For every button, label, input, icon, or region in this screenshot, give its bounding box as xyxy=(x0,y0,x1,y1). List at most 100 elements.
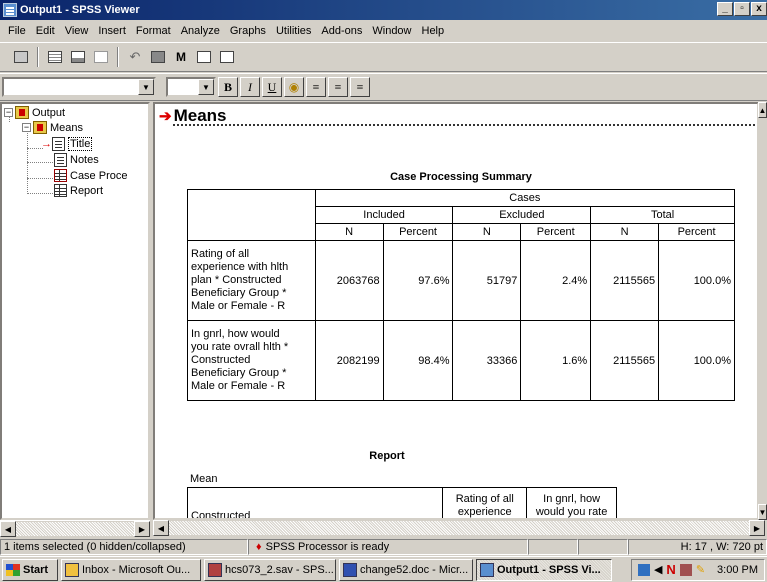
task-outlook[interactable]: Inbox - Microsoft Ou... xyxy=(61,558,201,581)
network-icon[interactable] xyxy=(637,563,650,576)
menu-format[interactable]: Format xyxy=(132,25,177,37)
scroll-right-button[interactable]: ▶ xyxy=(134,521,150,537)
tree-item-notes[interactable]: Notes xyxy=(54,153,99,167)
system-tray: ◀ N ✎ 3:00 PM xyxy=(630,558,765,581)
task-label: hcs073_2.sav - SPS... xyxy=(225,563,334,576)
insert-title-icon xyxy=(220,51,234,63)
tree-item-report[interactable]: Report xyxy=(54,184,103,197)
window-title: Output1 - SPSS Viewer xyxy=(20,4,140,16)
cell-value: 1.6% xyxy=(520,320,592,401)
task-spss-data[interactable]: hcs073_2.sav - SPS... xyxy=(204,558,336,581)
scroll-up-button[interactable]: ▲ xyxy=(758,102,767,118)
menu-graphs[interactable]: Graphs xyxy=(226,25,272,37)
row-label: In gnrl, how would you rate ovrall hlth … xyxy=(187,320,316,401)
italic-button[interactable]: I xyxy=(240,77,260,97)
task-word[interactable]: change52.doc - Micr... xyxy=(339,558,473,581)
report-col2-header: In gnrl, how would you rate xyxy=(526,487,617,518)
spss-viewer-icon xyxy=(3,3,17,17)
menu-analyze[interactable]: Analyze xyxy=(177,25,226,37)
cell-value: 2.4% xyxy=(520,240,592,321)
volume-icon[interactable]: ◀ xyxy=(654,563,662,576)
outline-pane[interactable]: − Output − Means → Title Notes Case Proc… xyxy=(0,102,150,520)
maximize-button[interactable]: ▫ xyxy=(734,2,750,16)
goto-data-button[interactable] xyxy=(147,46,169,68)
vertical-scrollbar[interactable]: ▲ ▼ xyxy=(758,102,767,520)
close-button[interactable]: x xyxy=(751,2,767,16)
cell-value: 2115565 xyxy=(590,240,660,321)
menu-utilities[interactable]: Utilities xyxy=(272,25,317,37)
case-processing-table[interactable]: Cases Included Excluded Total N Percent … xyxy=(187,189,736,401)
table-row: Rating of all experience with hlth plan … xyxy=(187,240,735,321)
cell-value: 51797 xyxy=(452,240,522,321)
undo-button[interactable]: ↶ xyxy=(124,46,146,68)
menu-file[interactable]: File xyxy=(4,25,32,37)
scroll-track[interactable] xyxy=(169,521,749,535)
collapse-icon: − xyxy=(4,107,13,117)
scroll-track[interactable] xyxy=(16,522,134,536)
task-label: Output1 - SPSS Vi... xyxy=(497,563,601,576)
report-col0-header: Constructed xyxy=(186,487,444,518)
spss-data-icon xyxy=(208,562,222,577)
data-editor-button[interactable] xyxy=(44,46,66,68)
cell-value: 100.0% xyxy=(658,320,735,401)
tray-pen-icon[interactable]: ✎ xyxy=(696,563,705,576)
insert-title-button[interactable] xyxy=(216,46,238,68)
chevron-down-icon: ▼ xyxy=(198,79,214,95)
output-content-pane[interactable]: ➔ Means Case Processing Summary Cases In… xyxy=(153,102,759,520)
align-left-button[interactable]: ≡ xyxy=(306,77,326,97)
report-table[interactable]: Constructed Rating of all experience In … xyxy=(186,487,617,518)
tree-item-case-processing[interactable]: Case Proce xyxy=(54,169,127,182)
n-header: N xyxy=(452,223,522,241)
font-name-combo[interactable]: ▼ xyxy=(2,77,156,97)
scroll-right-button[interactable]: ▶ xyxy=(749,520,765,536)
binoculars-icon: M xyxy=(176,50,186,64)
insert-text-button[interactable] xyxy=(193,46,215,68)
scroll-down-button[interactable]: ▼ xyxy=(758,504,767,520)
find-button[interactable]: M xyxy=(170,46,192,68)
scroll-left-button[interactable]: ◀ xyxy=(0,521,16,537)
norton-icon[interactable]: N xyxy=(666,562,675,577)
header-line: would you rate xyxy=(535,505,608,518)
task-spss-viewer[interactable]: Output1 - SPSS Vi... xyxy=(476,558,612,581)
scroll-left-button[interactable]: ◀ xyxy=(153,520,169,536)
text-color-button[interactable]: ◉ xyxy=(284,77,304,97)
outline-hscrollbar[interactable]: ◀ ▶ xyxy=(0,520,150,537)
means-heading-text: Means xyxy=(173,106,227,125)
menu-insert[interactable]: Insert xyxy=(94,25,132,37)
menu-addons[interactable]: Add-ons xyxy=(317,25,368,37)
tree-item-title[interactable]: → Title xyxy=(41,137,93,151)
start-label: Start xyxy=(23,563,49,576)
content-hscrollbar[interactable]: ◀ ▶ xyxy=(153,520,767,536)
tree-item-output[interactable]: − Output xyxy=(4,106,65,119)
menu-bar: File Edit View Insert Format Analyze Gra… xyxy=(0,21,767,41)
task-label: change52.doc - Micr... xyxy=(360,563,469,576)
tray-app-icon[interactable] xyxy=(679,563,692,576)
align-right-button[interactable]: ≡ xyxy=(350,77,370,97)
row-label-line: In gnrl, how would xyxy=(191,328,280,340)
notes-icon xyxy=(54,153,67,167)
row-label: Rating of all experience with hlth plan … xyxy=(187,240,316,321)
n-header: N xyxy=(590,223,660,241)
tree-label: Means xyxy=(50,121,84,134)
minimize-button[interactable]: _ xyxy=(717,2,733,16)
tree-item-means[interactable]: − Means xyxy=(22,121,83,134)
align-left-icon: ≡ xyxy=(312,79,320,94)
menu-window[interactable]: Window xyxy=(368,25,417,37)
font-size-combo[interactable]: ▼ xyxy=(166,77,216,97)
cases-header: Cases xyxy=(314,189,736,207)
underline-button[interactable]: U xyxy=(262,77,282,97)
align-center-button[interactable]: ≡ xyxy=(328,77,348,97)
menu-view[interactable]: View xyxy=(61,25,95,37)
case-summary-caption: Case Processing Summary xyxy=(390,171,532,183)
start-button[interactable]: Start xyxy=(2,558,58,581)
word-doc-icon xyxy=(343,562,357,577)
menu-edit[interactable]: Edit xyxy=(32,25,61,37)
chart-button[interactable] xyxy=(67,46,89,68)
means-heading[interactable]: ➔ Means xyxy=(159,106,227,126)
cell-value: 2063768 xyxy=(314,240,384,321)
help-topics-button[interactable] xyxy=(90,46,112,68)
menu-help[interactable]: Help xyxy=(418,25,451,37)
save-button[interactable] xyxy=(10,46,32,68)
table-icon xyxy=(54,169,67,182)
bold-button[interactable]: B xyxy=(218,77,238,97)
